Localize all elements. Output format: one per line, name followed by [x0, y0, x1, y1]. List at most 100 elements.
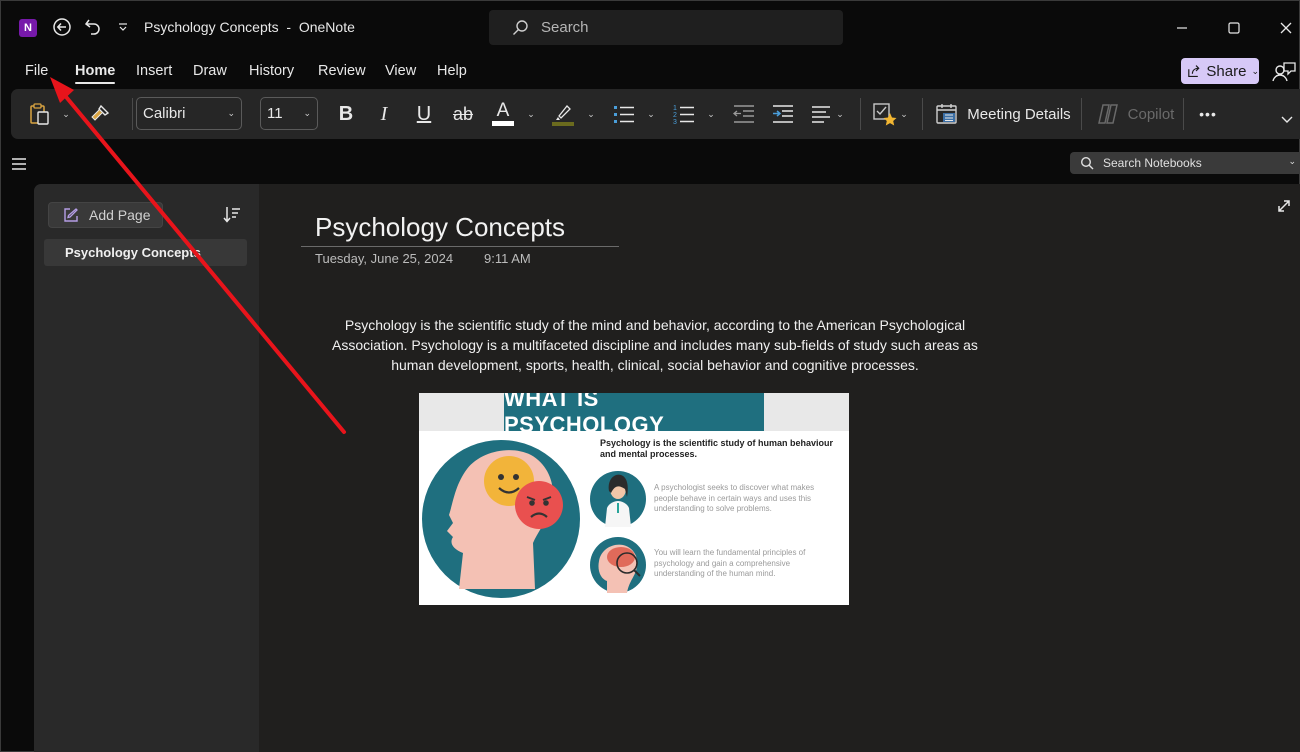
format-painter-button[interactable] [87, 97, 113, 131]
ribbon-divider [1081, 98, 1082, 130]
comments-button[interactable] [1271, 59, 1297, 85]
maximize-button[interactable] [1219, 13, 1249, 43]
search-notebooks-box[interactable]: Search Notebooks ⌄ [1070, 152, 1300, 174]
font-color-dropdown[interactable]: ⌄ [524, 97, 538, 131]
hamburger-menu-icon [12, 158, 26, 170]
chevron-down-icon: ⌄ [227, 108, 235, 118]
share-label: Share [1206, 62, 1247, 80]
font-name-value: Calibri [143, 105, 186, 122]
tab-view[interactable]: View [385, 63, 416, 79]
bold-button[interactable]: B [333, 97, 359, 131]
font-name-dropdown[interactable]: Calibri ⌄ [136, 97, 242, 130]
calendar-icon [936, 104, 957, 124]
close-button[interactable] [1271, 13, 1300, 43]
font-color-glyph: A [496, 100, 510, 121]
numbering-dropdown[interactable]: ⌄ [704, 97, 718, 131]
font-size-dropdown[interactable]: 11 ⌄ [260, 97, 318, 130]
paste-options-dropdown[interactable]: ⌄ [59, 97, 73, 131]
paste-icon [30, 103, 49, 125]
bullets-button[interactable] [611, 97, 637, 131]
expand-icon [1278, 200, 1290, 212]
window-title: Psychology Concepts - OneNote [144, 19, 355, 35]
full-page-view-button[interactable] [1276, 198, 1292, 214]
highlight-button[interactable] [549, 97, 577, 131]
ribbon-divider [860, 98, 861, 130]
font-size-value: 11 [267, 105, 283, 122]
numbering-button[interactable]: 123 [671, 97, 697, 131]
decrease-indent-button[interactable] [731, 97, 757, 131]
tab-history[interactable]: History [249, 63, 294, 79]
undo-button[interactable] [81, 15, 105, 39]
tab-draw[interactable]: Draw [193, 63, 227, 79]
decrease-indent-icon [732, 105, 754, 123]
add-page-button[interactable]: Add Page [48, 202, 163, 228]
customize-quick-access-button[interactable] [111, 15, 135, 39]
highlight-dropdown[interactable]: ⌄ [584, 97, 598, 131]
navigation-toggle-button[interactable] [11, 157, 27, 171]
tags-dropdown[interactable]: ⌄ [897, 97, 911, 131]
highlighter-icon [552, 105, 574, 126]
tab-file[interactable]: File [25, 63, 48, 79]
pages-pane: Add Page Psychology Concepts [34, 184, 259, 752]
chevron-down-icon: ⌄ [62, 108, 70, 119]
sort-pages-button[interactable] [222, 205, 242, 225]
page-date: Tuesday, June 25, 2024 [315, 251, 454, 266]
svg-text:2: 2 [673, 112, 677, 119]
paragraph-alignment-button[interactable] [808, 97, 834, 131]
strikethrough-button[interactable]: ab [449, 97, 477, 131]
underline-button[interactable]: U [411, 97, 437, 131]
chevron-down-icon: ⌄ [647, 108, 655, 119]
more-options-button[interactable]: ••• [1195, 97, 1221, 131]
back-button[interactable] [50, 15, 74, 39]
add-page-icon [64, 208, 78, 222]
share-button[interactable]: Share ⌄ [1181, 58, 1259, 84]
share-icon [1188, 65, 1200, 77]
search-icon [513, 19, 528, 35]
search-notebooks-label: Search Notebooks [1103, 156, 1202, 170]
title-bar: N Psychology Concepts - OneNote [1, 1, 1299, 55]
expand-ribbon-button[interactable] [1279, 109, 1295, 129]
copilot-button[interactable]: Copilot [1093, 97, 1177, 131]
tab-review[interactable]: Review [318, 63, 366, 79]
chevron-down-icon: ⌄ [527, 108, 535, 119]
alignment-dropdown[interactable]: ⌄ [833, 97, 847, 131]
minimize-button[interactable] [1167, 13, 1197, 43]
tab-home[interactable]: Home [75, 63, 116, 84]
onenote-window: N Psychology Concepts - OneNote File Hom… [0, 0, 1300, 752]
font-color-button[interactable]: A [489, 97, 517, 131]
page-time: 9:11 AM [484, 251, 531, 266]
meeting-details-label: Meeting Details [967, 105, 1071, 123]
numbered-list-icon: 123 [673, 105, 694, 126]
search-box[interactable] [489, 10, 843, 45]
italic-button[interactable]: I [371, 97, 397, 131]
copilot-label: Copilot [1127, 105, 1175, 123]
meeting-details-button[interactable]: Meeting Details [933, 97, 1073, 131]
search-input[interactable] [541, 19, 821, 36]
page-list-item[interactable]: Psychology Concepts [44, 239, 247, 266]
svg-text:3: 3 [673, 119, 677, 126]
bullets-dropdown[interactable]: ⌄ [644, 97, 658, 131]
increase-indent-button[interactable] [770, 97, 796, 131]
ribbon-toolbar: ⌄ Calibri ⌄ 11 ⌄ B I U ab A ⌄ ⌄ ⌄ 1 2 3 … [11, 89, 1300, 139]
chevron-down-icon [1281, 116, 1293, 123]
infographic-point-1: A psychologist seeks to discover what ma… [654, 483, 815, 513]
sort-icon [223, 207, 240, 223]
paste-button[interactable] [27, 97, 53, 131]
tab-help[interactable]: Help [437, 63, 467, 79]
page-title[interactable]: Psychology Concepts [315, 212, 565, 243]
tags-button[interactable] [871, 97, 899, 131]
bulleted-list-icon [614, 106, 634, 123]
page-canvas[interactable]: Psychology Concepts Tuesday, June 25, 20… [259, 184, 1300, 752]
chevron-down-icon: ⌄ [900, 108, 908, 119]
page-body-text[interactable]: Psychology is the scientific study of th… [311, 315, 999, 375]
infographic-image[interactable]: WHAT IS PSYCHOLOGY Psychology is the sci… [419, 393, 849, 605]
add-page-label: Add Page [89, 207, 151, 223]
tab-insert[interactable]: Insert [136, 63, 172, 79]
menu-bar: File Home Insert Draw History Review Vie… [1, 57, 1299, 87]
chevron-down-icon: ⌄ [1288, 156, 1296, 166]
chevron-down-icon: ⌄ [836, 108, 844, 119]
ribbon-divider [922, 98, 923, 130]
infographic-point-2: You will learn the fundamental principle… [654, 548, 806, 578]
align-left-icon [812, 106, 830, 123]
maximize-icon [1228, 22, 1240, 34]
